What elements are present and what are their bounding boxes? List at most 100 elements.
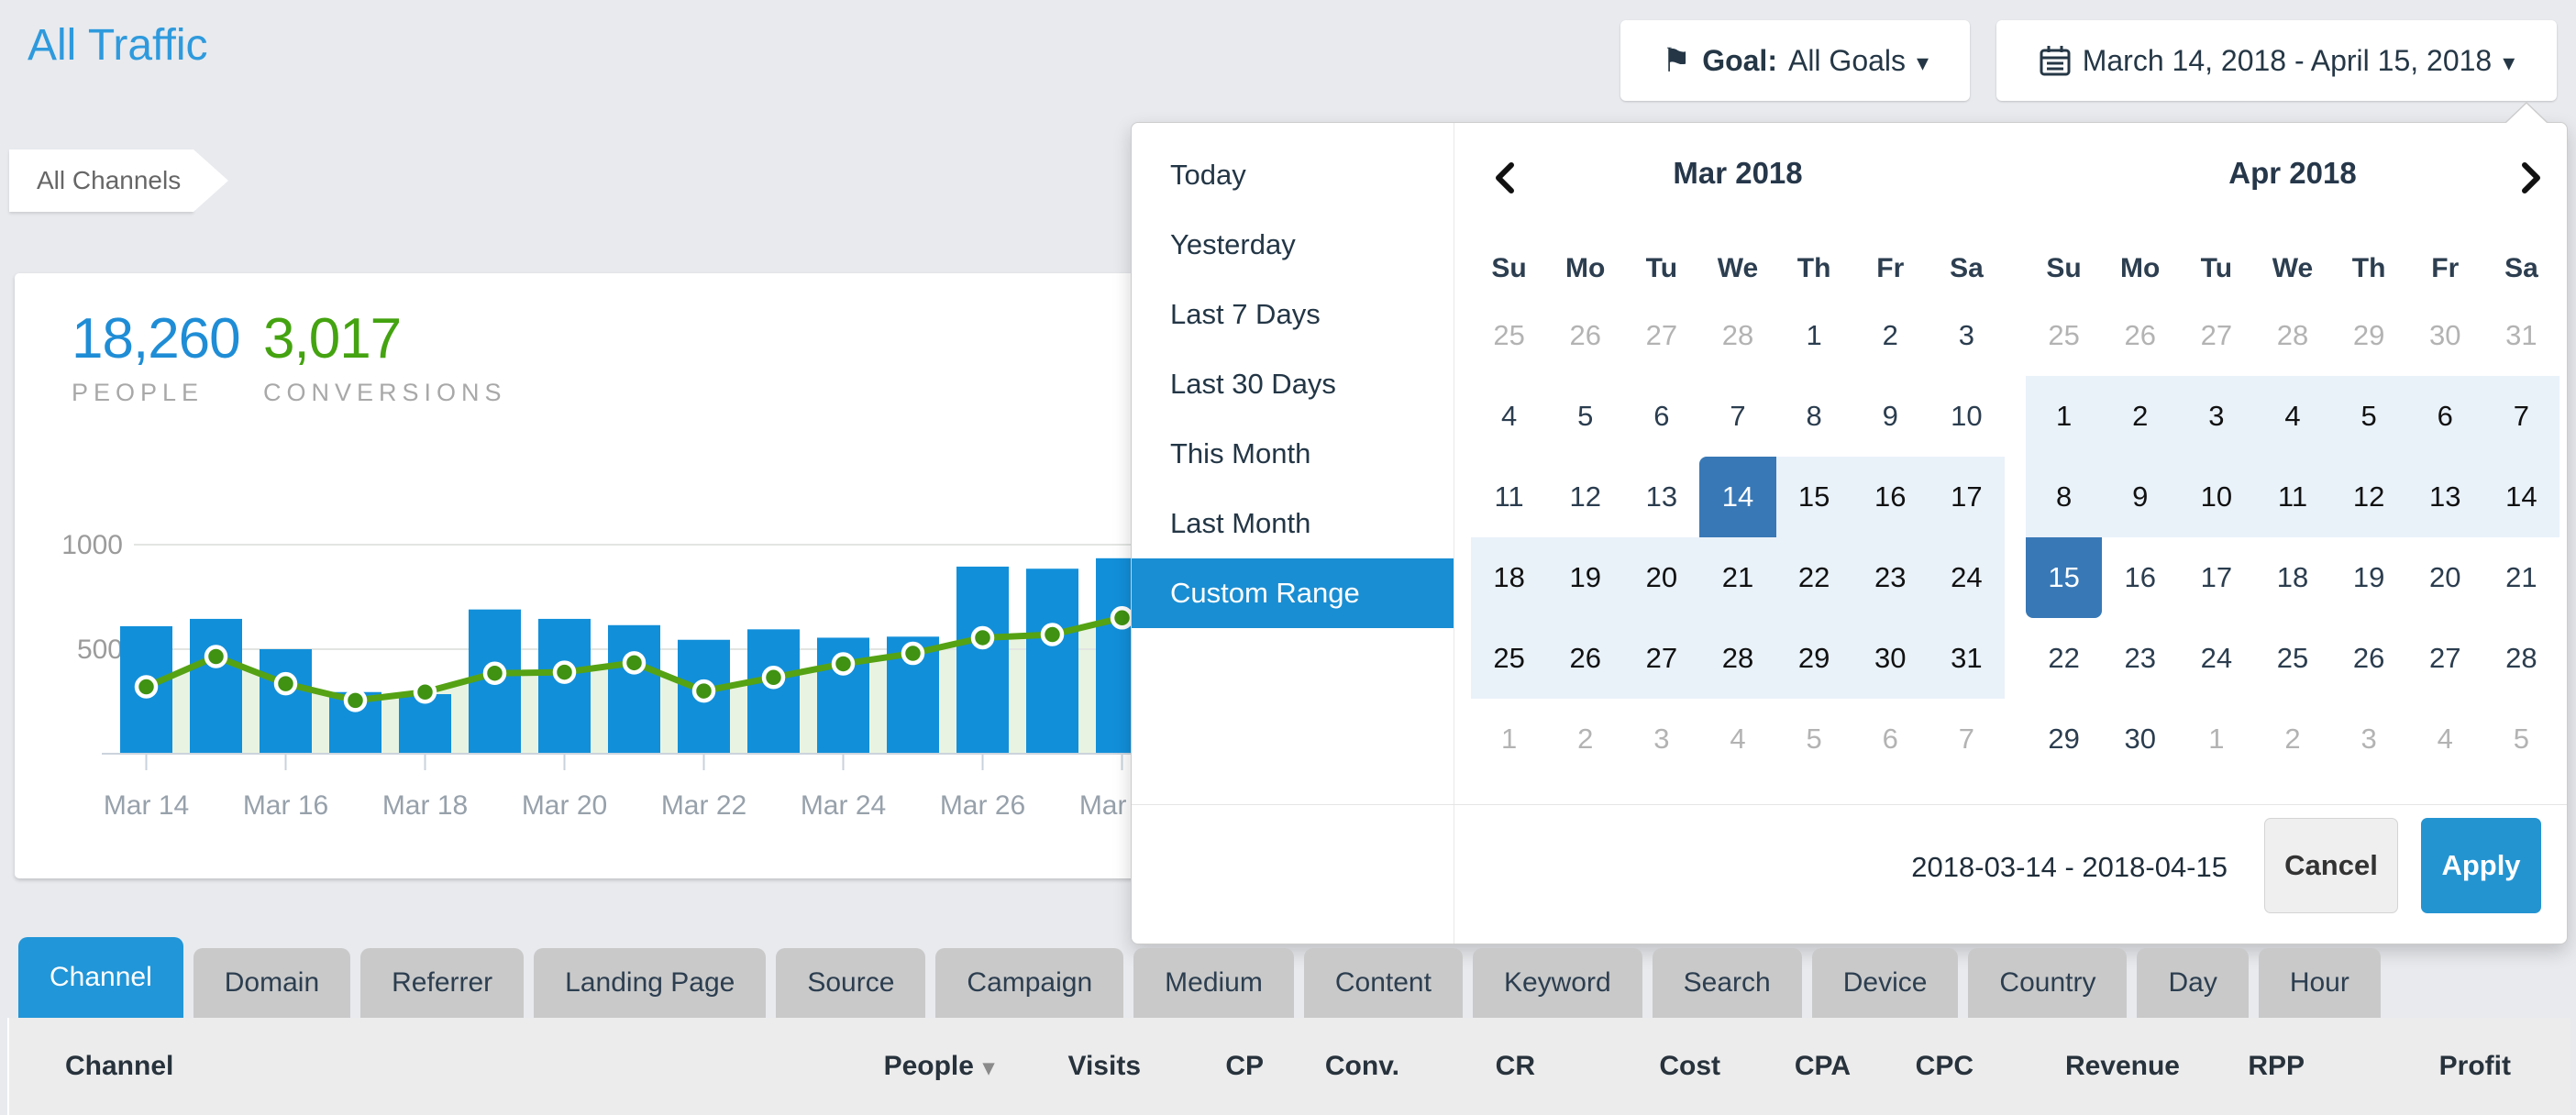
tab-source[interactable]: Source	[776, 948, 925, 1018]
column-header-cpc[interactable]: CPC	[1916, 1018, 1973, 1115]
day-cell[interactable]: 1	[2026, 376, 2102, 457]
day-cell[interactable]: 7	[1929, 699, 2005, 779]
day-cell[interactable]: 4	[2407, 699, 2483, 779]
tab-device[interactable]: Device	[1812, 948, 1959, 1018]
column-header-rpp[interactable]: RPP	[2248, 1018, 2305, 1115]
next-month-icon[interactable]	[2512, 160, 2548, 196]
day-cell[interactable]: 11	[2254, 457, 2330, 537]
column-header-revenue[interactable]: Revenue	[2065, 1018, 2180, 1115]
day-cell[interactable]: 5	[1547, 376, 1623, 457]
day-cell[interactable]: 31	[2483, 295, 2559, 376]
day-cell[interactable]: 6	[1852, 699, 1929, 779]
day-cell[interactable]: 2	[2254, 699, 2330, 779]
day-cell[interactable]: 1	[1776, 295, 1852, 376]
day-cell[interactable]: 12	[1547, 457, 1623, 537]
day-cell[interactable]: 28	[1699, 295, 1775, 376]
day-cell[interactable]: 10	[1929, 376, 2005, 457]
day-cell[interactable]: 22	[1776, 537, 1852, 618]
day-cell[interactable]: 9	[1852, 376, 1929, 457]
day-cell[interactable]: 13	[1623, 457, 1699, 537]
day-cell[interactable]: 26	[2102, 295, 2178, 376]
day-cell[interactable]: 20	[1623, 537, 1699, 618]
day-cell[interactable]: 29	[2331, 295, 2407, 376]
day-cell[interactable]: 18	[2254, 537, 2330, 618]
day-cell[interactable]: 19	[2331, 537, 2407, 618]
day-cell[interactable]: 28	[2483, 618, 2559, 699]
column-header-cp[interactable]: CP	[1225, 1018, 1264, 1115]
day-cell[interactable]: 4	[1699, 699, 1775, 779]
day-cell[interactable]: 21	[1699, 537, 1775, 618]
day-cell[interactable]: 28	[1699, 618, 1775, 699]
day-cell[interactable]: 24	[1929, 537, 2005, 618]
preset-item-last-month[interactable]: Last Month	[1132, 489, 1454, 558]
day-cell[interactable]: 21	[2483, 537, 2559, 618]
day-cell[interactable]: 2	[1547, 699, 1623, 779]
tab-country[interactable]: Country	[1968, 948, 2127, 1018]
day-cell[interactable]: 17	[2178, 537, 2254, 618]
day-cell[interactable]: 5	[2331, 376, 2407, 457]
tab-landing-page[interactable]: Landing Page	[534, 948, 766, 1018]
day-cell[interactable]: 6	[1623, 376, 1699, 457]
column-header-profit[interactable]: Profit	[2439, 1018, 2511, 1115]
day-cell[interactable]: 27	[1623, 618, 1699, 699]
preset-item-custom-range[interactable]: Custom Range	[1132, 558, 1454, 628]
preset-item-yesterday[interactable]: Yesterday	[1132, 210, 1454, 280]
day-cell[interactable]: 7	[1699, 376, 1775, 457]
day-cell[interactable]: 3	[2178, 376, 2254, 457]
day-cell[interactable]: 17	[1929, 457, 2005, 537]
day-cell[interactable]: 29	[2026, 699, 2102, 779]
day-cell[interactable]: 24	[2178, 618, 2254, 699]
tab-campaign[interactable]: Campaign	[935, 948, 1123, 1018]
day-cell[interactable]: 15	[1776, 457, 1852, 537]
day-cell[interactable]: 31	[1929, 618, 2005, 699]
day-cell[interactable]: 25	[1471, 618, 1547, 699]
day-cell[interactable]: 3	[1929, 295, 2005, 376]
day-cell[interactable]: 19	[1547, 537, 1623, 618]
column-header-cost[interactable]: Cost	[1659, 1018, 1720, 1115]
day-cell[interactable]: 14	[2483, 457, 2559, 537]
day-cell[interactable]: 4	[1471, 376, 1547, 457]
day-cell[interactable]: 8	[2026, 457, 2102, 537]
tab-day[interactable]: Day	[2137, 948, 2248, 1018]
column-header-cr[interactable]: CR	[1496, 1018, 1535, 1115]
day-cell[interactable]: 29	[1776, 618, 1852, 699]
cancel-button[interactable]: Cancel	[2264, 818, 2398, 913]
day-cell[interactable]: 1	[1471, 699, 1547, 779]
apply-button[interactable]: Apply	[2421, 818, 2541, 913]
day-cell[interactable]: 30	[1852, 618, 1929, 699]
column-header-people[interactable]: People	[884, 1018, 994, 1115]
day-cell[interactable]: 28	[2254, 295, 2330, 376]
day-cell[interactable]: 23	[1852, 537, 1929, 618]
day-cell[interactable]: 9	[2102, 457, 2178, 537]
preset-item-last-7-days[interactable]: Last 7 Days	[1132, 280, 1454, 349]
tab-medium[interactable]: Medium	[1133, 948, 1294, 1018]
prev-month-icon[interactable]	[1487, 160, 1524, 196]
column-header-conv[interactable]: Conv.	[1325, 1018, 1399, 1115]
day-cell[interactable]: 5	[2483, 699, 2559, 779]
tab-search[interactable]: Search	[1653, 948, 1802, 1018]
day-cell[interactable]: 25	[2026, 295, 2102, 376]
day-cell[interactable]: 26	[2331, 618, 2407, 699]
tab-channel[interactable]: Channel	[18, 937, 183, 1018]
day-cell[interactable]: 26	[1547, 295, 1623, 376]
tab-referrer[interactable]: Referrer	[360, 948, 524, 1018]
day-cell[interactable]: 18	[1471, 537, 1547, 618]
day-cell[interactable]: 22	[2026, 618, 2102, 699]
day-cell[interactable]: 4	[2254, 376, 2330, 457]
day-cell[interactable]: 7	[2483, 376, 2559, 457]
day-cell[interactable]: 25	[2254, 618, 2330, 699]
day-cell[interactable]: 3	[2331, 699, 2407, 779]
day-cell[interactable]: 3	[1623, 699, 1699, 779]
preset-item-this-month[interactable]: This Month	[1132, 419, 1454, 489]
day-cell[interactable]: 16	[1852, 457, 1929, 537]
goal-selector-button[interactable]: Goal: All Goals	[1620, 20, 1970, 101]
day-cell[interactable]: 27	[2407, 618, 2483, 699]
day-cell[interactable]: 26	[1547, 618, 1623, 699]
day-cell[interactable]: 27	[2178, 295, 2254, 376]
tab-domain[interactable]: Domain	[193, 948, 350, 1018]
day-cell[interactable]: 16	[2102, 537, 2178, 618]
day-cell[interactable]: 23	[2102, 618, 2178, 699]
tab-keyword[interactable]: Keyword	[1473, 948, 1642, 1018]
preset-item-today[interactable]: Today	[1132, 140, 1454, 210]
day-cell[interactable]: 2	[2102, 376, 2178, 457]
